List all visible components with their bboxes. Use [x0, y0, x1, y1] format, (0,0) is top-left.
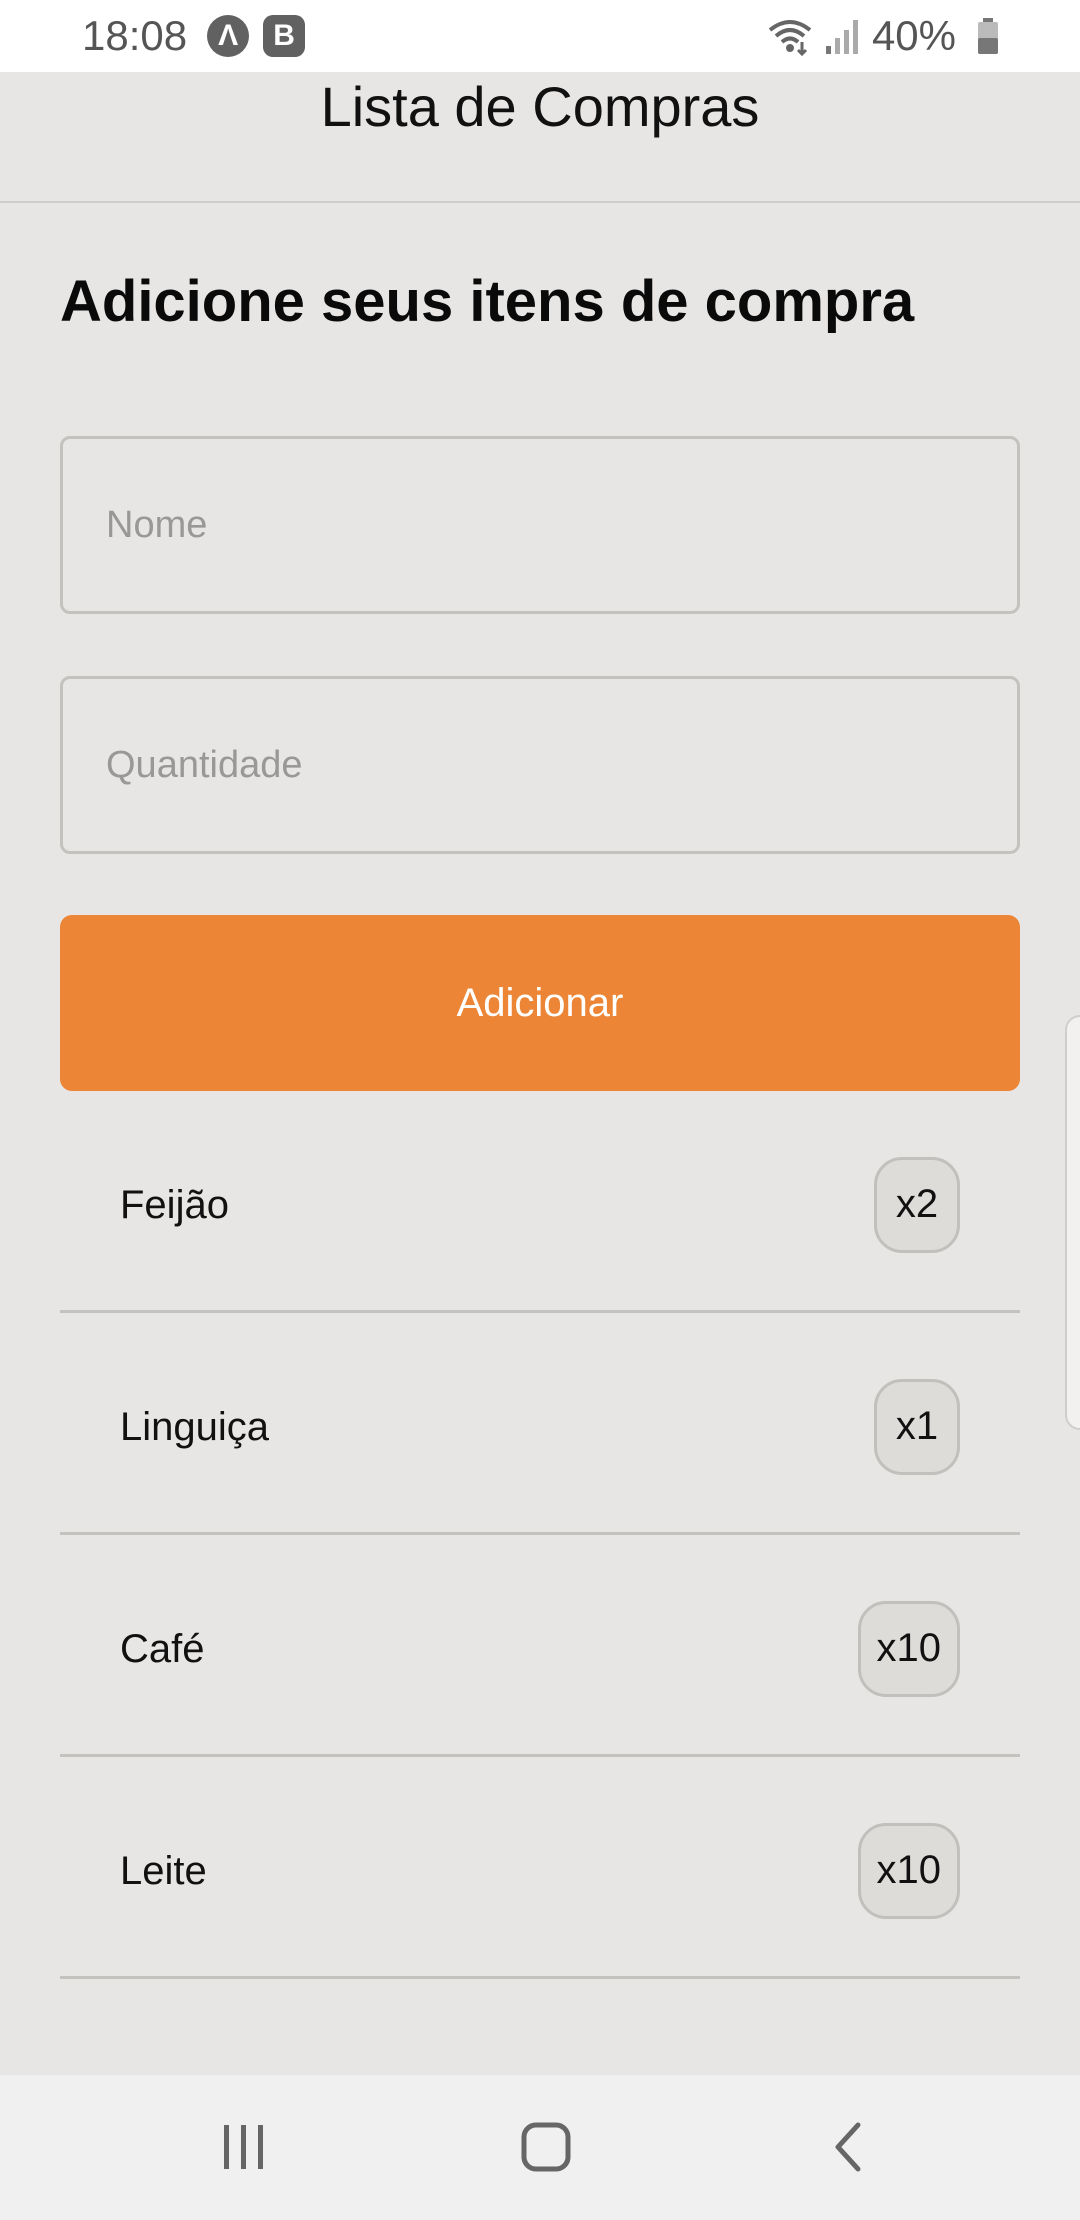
status-bar: 18:08 Λ B 40% [0, 0, 1080, 72]
item-name: Leite [120, 1849, 207, 1893]
quantity-badge: x1 [874, 1378, 960, 1475]
item-name: Linguiça [120, 1405, 270, 1449]
form-heading: Adicione seus itens de compra [60, 269, 915, 334]
notification-a-icon: Λ [207, 15, 250, 57]
quantity-badge: x10 [857, 1600, 960, 1697]
status-time: 18:08 [82, 12, 188, 59]
add-button[interactable]: Adicionar [60, 915, 1020, 1091]
home-icon[interactable] [516, 2117, 576, 2177]
list-item[interactable]: Feijão x2 [60, 1091, 1020, 1313]
list-item[interactable]: Linguiça x1 [60, 1313, 1020, 1535]
quantity-input[interactable] [60, 676, 1020, 854]
name-input[interactable] [60, 436, 1020, 614]
signal-icon [825, 20, 858, 54]
recents-icon[interactable] [214, 2117, 274, 2177]
quantity-badge: x10 [857, 1822, 960, 1919]
battery-percent: 40% [871, 12, 956, 59]
item-name: Café [120, 1627, 205, 1671]
status-right: 40% [756, 12, 1000, 60]
app-header: Lista de Compras [0, 72, 1080, 203]
items-list: Feijão x2 Linguiça x1 Café x10 Leite x10 [60, 1091, 1020, 1979]
item-name: Feijão [120, 1183, 229, 1227]
page-title: Lista de Compras [320, 75, 760, 138]
list-item[interactable]: Café x10 [60, 1535, 1020, 1757]
list-item[interactable]: Leite x10 [60, 1757, 1020, 1979]
navigation-bar [0, 2075, 1080, 2220]
edge-panel-handle[interactable] [1065, 1015, 1080, 1430]
screen: 18:08 Λ B 40% Lista de Compras Adicione … [0, 0, 1080, 2220]
notification-b-icon: B [263, 15, 306, 57]
back-icon[interactable] [818, 2117, 878, 2177]
quantity-badge: x2 [874, 1156, 960, 1253]
battery-icon [978, 18, 998, 54]
wifi-icon [768, 20, 812, 56]
